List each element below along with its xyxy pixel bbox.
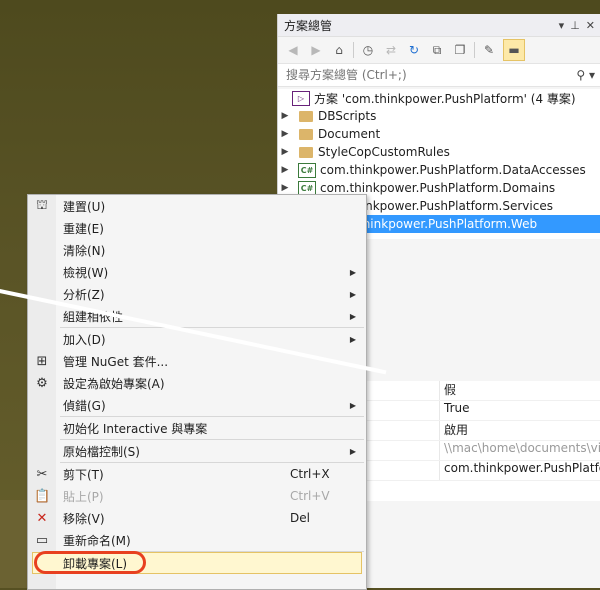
tree-item[interactable]: ▶ Document — [278, 125, 600, 143]
menu-item-view[interactable]: 檢視(W) ▶ — [28, 261, 366, 283]
back-icon[interactable]: ◀ — [284, 41, 302, 59]
panel-toolbar: ◀ ▶ ⌂ ◷ ⇄ ↻ ⧉ ❐ ✎ ▬ — [278, 37, 600, 63]
scissors-icon: ✂ — [36, 466, 48, 482]
menu-item-clean[interactable]: 清除(N) — [28, 239, 366, 261]
show-all-files-icon[interactable]: ❐ — [451, 41, 469, 59]
folder-icon — [299, 128, 313, 140]
menu-item-paste[interactable]: 📋 貼上(P) Ctrl+V — [28, 485, 366, 507]
expand-arrow-icon[interactable]: ▶ — [278, 183, 292, 193]
submenu-arrow-icon: ▶ — [349, 334, 356, 344]
expand-arrow-icon[interactable]: ▶ — [278, 147, 292, 157]
submenu-arrow-icon: ▶ — [349, 446, 356, 456]
remove-icon: ✕ — [36, 510, 48, 526]
tree-item[interactable]: ▶ C# com.thinkpower.PushPlatform.DataAcc… — [278, 161, 600, 179]
nuget-icon: ⊞ — [36, 353, 48, 369]
submenu-arrow-icon: ▶ — [349, 289, 356, 299]
tree-item[interactable]: ▶ StyleCopCustomRules — [278, 143, 600, 161]
home-icon[interactable]: ⌂ — [330, 41, 348, 59]
rename-icon: ▭ — [35, 532, 49, 548]
search-icon[interactable]: ⚲ ▾ — [576, 68, 595, 82]
tree-item[interactable]: ▶ DBScripts — [278, 107, 600, 125]
expand-arrow-icon[interactable]: ▶ — [278, 129, 292, 139]
menu-item-build[interactable]: ⛫ 建置(U) — [28, 195, 366, 217]
submenu-arrow-icon: ▶ — [349, 267, 356, 277]
tree-item-solution[interactable]: ▷ 方案 'com.thinkpower.PushPlatform' (4 專案… — [278, 89, 600, 107]
context-menu: ⛫ 建置(U) 重建(E) 清除(N) 檢視(W) ▶ 分析(Z) ▶ 組建相依… — [27, 194, 367, 590]
submenu-arrow-icon: ▶ — [349, 311, 356, 321]
refresh-icon[interactable]: ↻ — [405, 41, 423, 59]
preview-icon[interactable]: ▬ — [503, 39, 525, 61]
close-icon[interactable]: ✕ — [586, 19, 595, 32]
menu-item-cut[interactable]: ✂ 剪下(T) Ctrl+X — [28, 463, 366, 485]
menu-item-source-control[interactable]: 原始檔控制(S) ▶ — [28, 440, 366, 462]
menu-item-manage-nuget[interactable]: ⊞ 管理 NuGet 套件... — [28, 350, 366, 372]
sync-icon[interactable]: ⇄ — [382, 41, 400, 59]
menu-item-set-startup[interactable]: ⚙ 設定為啟始專案(A) — [28, 372, 366, 394]
menu-item-remove[interactable]: ✕ 移除(V) Del — [28, 507, 366, 529]
collapse-all-icon[interactable]: ⧉ — [428, 41, 446, 59]
expand-arrow-icon[interactable]: ▶ — [278, 165, 292, 175]
menu-item-analyze[interactable]: 分析(Z) ▶ — [28, 283, 366, 305]
pin-icon[interactable]: ⊥ — [570, 19, 580, 32]
paste-icon: 📋 — [34, 488, 51, 504]
search-bar: ⚲ ▾ — [278, 63, 600, 87]
build-icon: ⛫ — [36, 197, 48, 213]
csharp-project-icon: C# — [298, 162, 316, 178]
panel-title-bar: 方案總管 ▾ ⊥ ✕ — [278, 14, 600, 37]
menu-item-init-interactive[interactable]: 初始化 Interactive 與專案 — [28, 417, 366, 439]
folder-icon — [299, 146, 313, 158]
dropdown-icon[interactable]: ▾ — [559, 19, 565, 32]
history-icon[interactable]: ◷ — [359, 41, 377, 59]
gear-icon: ⚙ — [36, 375, 48, 391]
solution-icon: ▷ — [292, 90, 310, 106]
panel-title: 方案總管 — [284, 18, 333, 33]
menu-item-debug[interactable]: 偵錯(G) ▶ — [28, 394, 366, 416]
menu-item-rename[interactable]: ▭ 重新命名(M) — [28, 529, 366, 551]
submenu-arrow-icon: ▶ — [349, 400, 356, 410]
forward-icon[interactable]: ▶ — [307, 41, 325, 59]
expand-arrow-icon[interactable]: ▶ — [278, 111, 292, 121]
properties-icon[interactable]: ✎ — [480, 41, 498, 59]
search-input[interactable] — [284, 67, 568, 83]
menu-item-unload-project[interactable]: 卸載專案(L) — [28, 551, 366, 574]
folder-icon — [299, 110, 313, 122]
menu-item-rebuild[interactable]: 重建(E) — [28, 217, 366, 239]
